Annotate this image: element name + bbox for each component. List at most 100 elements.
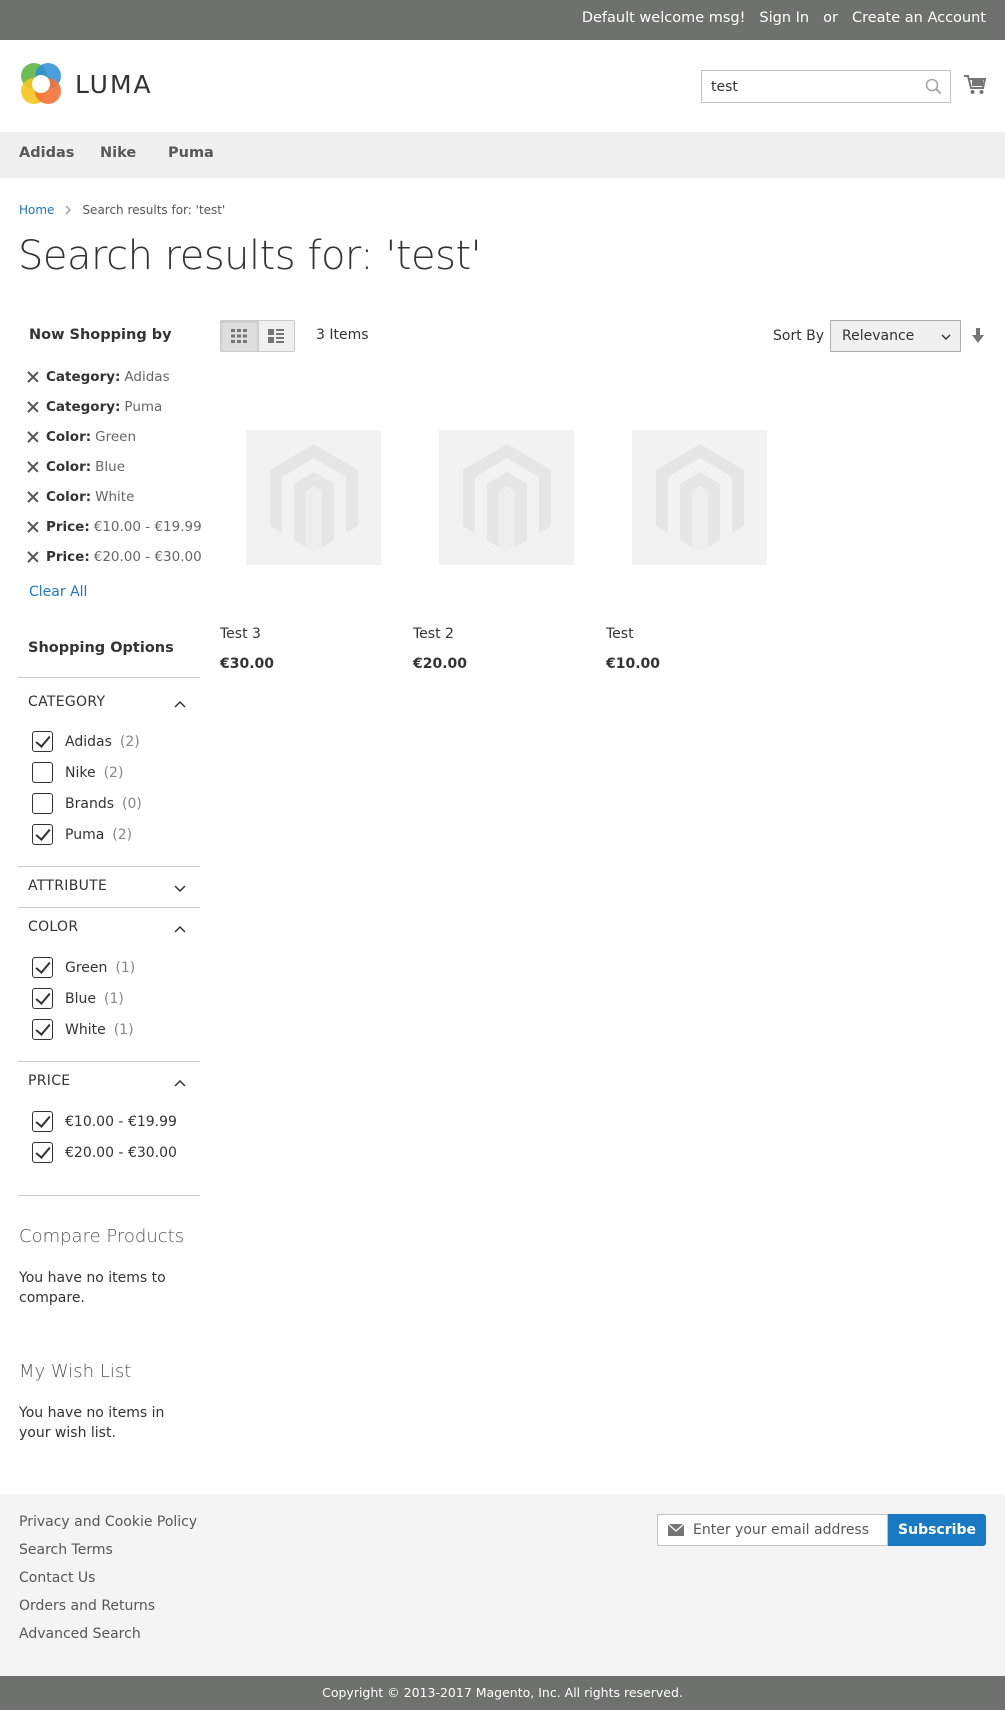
product-name[interactable]: Test bbox=[606, 626, 634, 642]
footer-link-advanced-search[interactable]: Advanced Search bbox=[19, 1626, 141, 1642]
divider bbox=[18, 866, 200, 867]
list-icon bbox=[268, 329, 285, 343]
chevron-up-icon[interactable] bbox=[173, 922, 187, 936]
facet-title-attribute[interactable]: Attribute bbox=[28, 878, 107, 894]
product-image[interactable] bbox=[439, 430, 574, 565]
nav-item-puma[interactable]: Puma bbox=[168, 145, 214, 161]
remove-filter-icon[interactable] bbox=[27, 371, 39, 383]
nav-item-nike[interactable]: Nike bbox=[100, 145, 136, 161]
filter-value: Adidas bbox=[124, 369, 170, 385]
main-nav: Adidas Nike Puma bbox=[0, 132, 1005, 178]
option-count: (1) bbox=[103, 990, 124, 1007]
divider bbox=[18, 677, 200, 678]
facet-option[interactable]: Green (1) bbox=[32, 957, 135, 978]
filter-label: Color: bbox=[46, 489, 92, 505]
filter-value: Green bbox=[95, 429, 137, 445]
active-filter: Price: €10.00 - €19.99 bbox=[27, 519, 202, 535]
footer-link-search-terms[interactable]: Search Terms bbox=[19, 1542, 113, 1558]
chevron-up-icon[interactable] bbox=[173, 1076, 187, 1090]
sort-select[interactable]: Relevance bbox=[830, 320, 961, 352]
option-count: (0) bbox=[122, 795, 142, 812]
nav-item-adidas[interactable]: Adidas bbox=[19, 145, 74, 161]
compare-products-text: You have no items to compare. bbox=[19, 1270, 166, 1306]
search-box bbox=[701, 70, 951, 103]
now-shopping-title: Now Shopping by bbox=[29, 327, 172, 343]
subscribe-button[interactable]: Subscribe bbox=[888, 1514, 986, 1546]
facet-title-color[interactable]: Color bbox=[28, 919, 78, 935]
compare-products-title: Compare Products bbox=[19, 1226, 185, 1247]
option-label: Brands bbox=[65, 795, 114, 812]
footer-link-contact-us[interactable]: Contact Us bbox=[19, 1570, 95, 1586]
active-filter: Color: White bbox=[27, 489, 134, 505]
sign-in-link[interactable]: Sign In bbox=[759, 10, 809, 26]
product-image[interactable] bbox=[632, 430, 767, 565]
filter-label: Category: bbox=[46, 369, 121, 385]
page-title: Search results for: 'test' bbox=[18, 233, 482, 279]
facet-option[interactable]: Puma (2) bbox=[32, 824, 132, 845]
remove-filter-icon[interactable] bbox=[27, 491, 39, 503]
option-label: Blue bbox=[65, 990, 96, 1007]
facet-option[interactable]: Brands (0) bbox=[32, 793, 142, 814]
filter-value: Blue bbox=[95, 459, 126, 475]
grid-view-button[interactable] bbox=[221, 321, 258, 351]
breadcrumb-current: Search results for: 'test' bbox=[82, 203, 226, 217]
product-name[interactable]: Test 2 bbox=[413, 626, 454, 642]
shopping-options-title: Shopping Options bbox=[28, 640, 174, 656]
facet-option[interactable]: Blue (1) bbox=[32, 988, 124, 1009]
magento-placeholder-icon bbox=[655, 443, 744, 552]
breadcrumb-home-link[interactable]: Home bbox=[19, 203, 54, 217]
logo[interactable]: LUMA bbox=[19, 62, 153, 106]
logo-text: LUMA bbox=[75, 69, 153, 99]
header: LUMA bbox=[0, 40, 1005, 132]
facet-option[interactable]: Adidas (2) bbox=[32, 731, 140, 752]
filter-value: Puma bbox=[124, 399, 163, 415]
envelope-icon bbox=[668, 1524, 684, 1536]
remove-filter-icon[interactable] bbox=[27, 551, 39, 563]
header-links: Default welcome msg! Sign In or Create a… bbox=[582, 10, 986, 26]
search-icon[interactable] bbox=[925, 78, 942, 95]
option-count: (1) bbox=[113, 1021, 134, 1038]
search-input[interactable] bbox=[702, 71, 912, 102]
cart-icon[interactable] bbox=[963, 74, 987, 96]
checkbox[interactable] bbox=[32, 957, 53, 978]
remove-filter-icon[interactable] bbox=[27, 401, 39, 413]
remove-filter-icon[interactable] bbox=[27, 461, 39, 473]
footer-link-orders-returns[interactable]: Orders and Returns bbox=[19, 1598, 155, 1614]
checkbox[interactable] bbox=[32, 988, 53, 1009]
divider bbox=[18, 1195, 200, 1196]
list-view-button[interactable] bbox=[257, 321, 295, 351]
wishlist-text: You have no items in your wish list. bbox=[19, 1405, 165, 1441]
facet-title-price[interactable]: Price bbox=[28, 1073, 70, 1089]
product-image[interactable] bbox=[246, 430, 381, 565]
chevron-up-icon[interactable] bbox=[173, 697, 187, 711]
remove-filter-icon[interactable] bbox=[27, 431, 39, 443]
newsletter-email-input[interactable] bbox=[693, 1515, 883, 1545]
checkbox[interactable] bbox=[32, 762, 53, 783]
sort-direction-icon[interactable] bbox=[971, 328, 985, 344]
checkbox[interactable] bbox=[32, 1111, 53, 1132]
checkbox[interactable] bbox=[32, 793, 53, 814]
facet-option[interactable]: €20.00 - €30.00 bbox=[32, 1142, 185, 1163]
facet-title-category[interactable]: Category bbox=[28, 694, 105, 710]
create-account-link[interactable]: Create an Account bbox=[852, 10, 986, 26]
items-count: 3 Items bbox=[316, 327, 369, 343]
sort-select-value: Relevance bbox=[842, 328, 915, 344]
footer-link-privacy[interactable]: Privacy and Cookie Policy bbox=[19, 1514, 197, 1530]
checkbox[interactable] bbox=[32, 1142, 53, 1163]
option-count: (2) bbox=[119, 733, 140, 750]
checkbox[interactable] bbox=[32, 824, 53, 845]
option-label: Puma bbox=[65, 826, 105, 843]
facet-option[interactable]: €10.00 - €19.99 bbox=[32, 1111, 185, 1132]
newsletter-field bbox=[657, 1514, 888, 1546]
remove-filter-icon[interactable] bbox=[27, 521, 39, 533]
luma-logo-icon bbox=[21, 63, 61, 104]
product-name[interactable]: Test 3 bbox=[220, 626, 261, 642]
clear-all-link[interactable]: Clear All bbox=[29, 584, 87, 600]
product-price: €20.00 bbox=[413, 656, 468, 672]
divider bbox=[18, 907, 200, 908]
facet-option[interactable]: White (1) bbox=[32, 1019, 134, 1040]
chevron-down-icon[interactable] bbox=[173, 881, 187, 895]
checkbox[interactable] bbox=[32, 731, 53, 752]
checkbox[interactable] bbox=[32, 1019, 53, 1040]
facet-option[interactable]: Nike (2) bbox=[32, 762, 123, 783]
